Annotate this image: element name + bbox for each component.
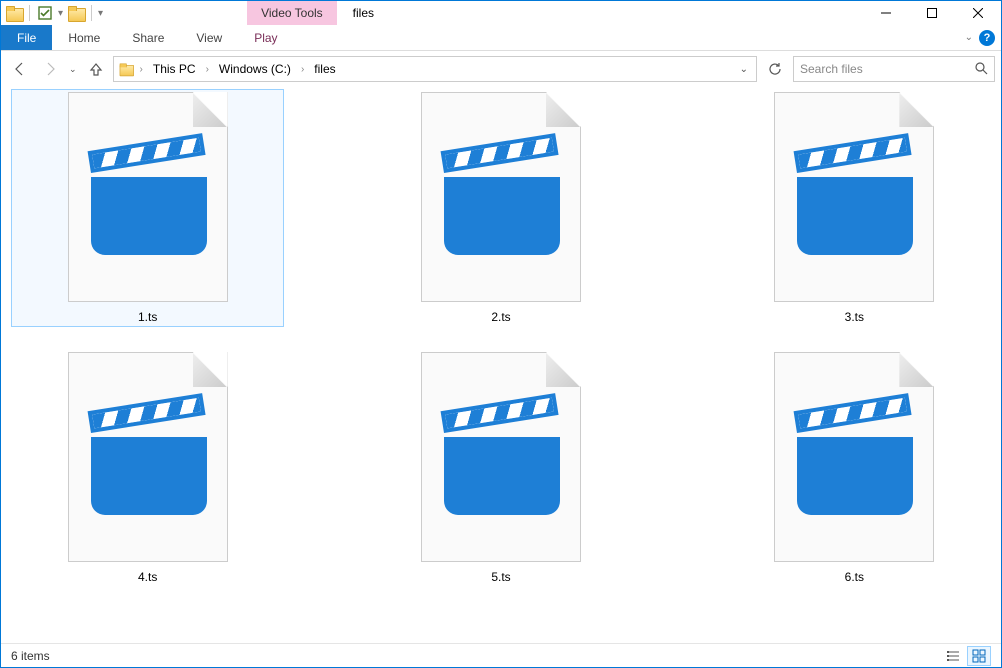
file-name: 1.ts [138, 310, 157, 324]
recent-locations-button[interactable]: ⌄ [67, 64, 79, 75]
tab-view[interactable]: View [180, 25, 238, 50]
tab-share[interactable]: Share [116, 25, 180, 50]
qat-menu-button[interactable]: ▾ [58, 8, 63, 19]
file-name: 4.ts [138, 570, 157, 584]
video-file-icon [774, 92, 934, 302]
window-title: files [353, 1, 374, 25]
search-box[interactable] [793, 56, 995, 82]
file-list[interactable]: 1.ts 2.ts 3.ts 4.ts 5.ts 6.ts [1, 87, 1001, 643]
item-count: 6 items [11, 649, 50, 663]
file-item[interactable]: 1.ts [11, 89, 284, 327]
chevron-right-icon[interactable]: › [138, 64, 145, 75]
minimize-button[interactable] [863, 1, 909, 25]
separator [29, 5, 30, 21]
address-bar[interactable]: › This PC › Windows (C:) › files ⌄ [113, 56, 757, 82]
refresh-button[interactable] [761, 56, 789, 82]
up-button[interactable] [83, 56, 109, 82]
breadcrumb-drive[interactable]: Windows (C:) [213, 57, 297, 81]
quick-access-toolbar: ▾ ▾ [1, 1, 107, 25]
address-dropdown-button[interactable]: ⌄ [734, 64, 754, 75]
file-item[interactable]: 6.ts [718, 349, 991, 587]
file-name: 5.ts [491, 570, 510, 584]
file-tab[interactable]: File [1, 25, 52, 50]
back-button[interactable] [7, 56, 33, 82]
details-view-button[interactable] [941, 646, 965, 666]
file-item[interactable]: 4.ts [11, 349, 284, 587]
status-bar: 6 items [1, 643, 1001, 667]
search-input[interactable] [800, 62, 974, 76]
ribbon-tabs: File Home Share View Play ⌄ ? [1, 25, 1001, 51]
breadcrumb-this-pc[interactable]: This PC [147, 57, 202, 81]
video-file-icon [774, 352, 934, 562]
help-icon[interactable]: ? [979, 30, 995, 46]
forward-button[interactable] [37, 56, 63, 82]
context-tab-group: Video Tools [247, 1, 337, 25]
large-icons-view-button[interactable] [967, 646, 991, 666]
video-file-icon [421, 352, 581, 562]
file-item[interactable]: 5.ts [364, 349, 637, 587]
file-item[interactable]: 2.ts [364, 89, 637, 327]
tab-home[interactable]: Home [52, 25, 116, 50]
search-icon[interactable] [974, 61, 988, 78]
tab-play[interactable]: Play [238, 25, 293, 50]
chevron-right-icon[interactable]: › [299, 64, 306, 75]
breadcrumb-folder[interactable]: files [308, 57, 341, 81]
window-controls [863, 1, 1001, 25]
video-file-icon [68, 92, 228, 302]
file-item[interactable]: 3.ts [718, 89, 991, 327]
maximize-button[interactable] [909, 1, 955, 25]
window-folder-icon [5, 4, 23, 22]
video-file-icon [68, 352, 228, 562]
video-file-icon [421, 92, 581, 302]
close-button[interactable] [955, 1, 1001, 25]
chevron-right-icon[interactable]: › [204, 64, 211, 75]
file-name: 2.ts [491, 310, 510, 324]
ribbon-collapse-button[interactable]: ⌄ [965, 32, 973, 43]
properties-button[interactable] [36, 4, 54, 22]
separator [91, 5, 92, 21]
qat-customize-button[interactable]: ▾ [98, 8, 103, 19]
navigation-bar: ⌄ › This PC › Windows (C:) › files ⌄ [1, 51, 1001, 87]
file-name: 3.ts [845, 310, 864, 324]
address-folder-icon [116, 62, 136, 76]
file-name: 6.ts [845, 570, 864, 584]
new-folder-button[interactable] [67, 4, 85, 22]
title-bar: ▾ ▾ Video Tools files [1, 1, 1001, 25]
